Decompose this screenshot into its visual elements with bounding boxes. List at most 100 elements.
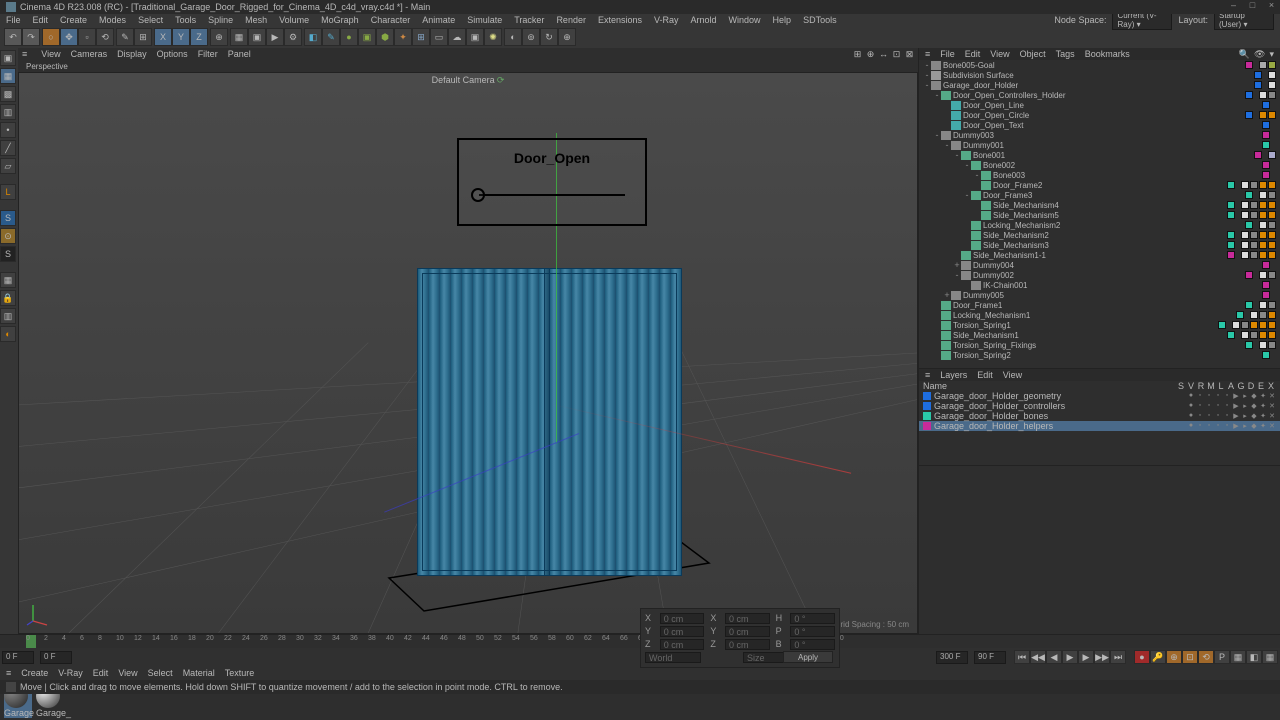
expander-icon[interactable]: -	[923, 70, 931, 80]
menu-file[interactable]: File	[6, 15, 21, 25]
tag-icon[interactable]	[1268, 231, 1276, 239]
vp-tool-2[interactable]: ↔	[879, 50, 888, 59]
layers-menu-layers[interactable]: Layers	[940, 370, 967, 380]
tag-icon[interactable]	[1259, 251, 1267, 259]
expander-icon[interactable]: -	[923, 60, 931, 70]
layer-swatch[interactable]	[1227, 201, 1235, 209]
tag-icon[interactable]	[1268, 91, 1276, 99]
object-name[interactable]: Door_Open_Text	[963, 121, 1262, 130]
menu-simulate[interactable]: Simulate	[467, 15, 502, 25]
mat-menu-v-ray[interactable]: V-Ray	[58, 668, 83, 678]
p-field[interactable]: 0 °	[790, 626, 835, 637]
tag-icon[interactable]	[1241, 331, 1249, 339]
lock-workplane-button[interactable]: 🔒	[0, 290, 16, 306]
layer-swatch[interactable]	[1227, 211, 1235, 219]
layer-row[interactable]: Garage_door_Holder_geometry●▫▫▫▫▶▸◆✦✕	[919, 391, 1280, 401]
layer-flag-icon[interactable]: ▶	[1232, 402, 1240, 410]
mat-menu-create[interactable]: Create	[21, 668, 48, 678]
vp-menu-display[interactable]: Display	[117, 49, 147, 59]
coord-system-button[interactable]: ⊕	[210, 28, 228, 46]
apply-button[interactable]: Apply	[783, 651, 833, 663]
point-mode-button[interactable]: •	[0, 122, 16, 138]
menu-modes[interactable]: Modes	[99, 15, 126, 25]
tag-icon[interactable]	[1259, 341, 1267, 349]
tag-icon[interactable]	[1259, 221, 1267, 229]
layer-flag-icon[interactable]: ✦	[1259, 402, 1267, 410]
menu-animate[interactable]: Animate	[422, 15, 455, 25]
tag-icon[interactable]	[1259, 331, 1267, 339]
edge-mode-button[interactable]: ╱	[0, 140, 16, 156]
tag-icon[interactable]	[1268, 71, 1276, 79]
tag-icon[interactable]	[1250, 311, 1258, 319]
current-frame-field[interactable]: 0 F	[2, 651, 34, 664]
tag-icon[interactable]	[1268, 311, 1276, 319]
layer-flag-icon[interactable]: ▶	[1232, 422, 1240, 430]
layer-swatch[interactable]	[1245, 91, 1253, 99]
tag-icon[interactable]	[1250, 241, 1258, 249]
tree-row[interactable]: Door_Frame1	[919, 300, 1280, 310]
range-end-field[interactable]: 300 F	[936, 651, 968, 664]
layer-flag-icon[interactable]: ▫	[1196, 392, 1204, 400]
layers-menu-view[interactable]: View	[1003, 370, 1022, 380]
y-pos-field[interactable]: 0 cm	[660, 626, 705, 637]
layer-flag-icon[interactable]: ✦	[1259, 412, 1267, 420]
tag-icon[interactable]	[1268, 111, 1276, 119]
tag-icon[interactable]	[1259, 111, 1267, 119]
layer-swatch[interactable]	[1245, 111, 1253, 119]
layer-flag-icon[interactable]: ◆	[1250, 402, 1258, 410]
world-dropdown[interactable]: World	[645, 652, 701, 663]
object-name[interactable]: Bone001	[973, 151, 1254, 160]
vray-light-button[interactable]: ◐	[504, 28, 522, 46]
layer-flag-icon[interactable]: ▸	[1241, 402, 1249, 410]
layer-color-swatch[interactable]	[923, 412, 931, 420]
search-icon[interactable]: 🔍	[1239, 49, 1250, 60]
layer-flag-icon[interactable]: ✕	[1268, 412, 1276, 420]
layer-flag-icon[interactable]: ▫	[1205, 392, 1213, 400]
layer-flag-icon[interactable]: ●	[1187, 422, 1195, 430]
object-name[interactable]: Dummy003	[953, 131, 1262, 140]
layer-flag-icon[interactable]: ●	[1187, 412, 1195, 420]
layer-flag-icon[interactable]: ▫	[1214, 412, 1222, 420]
door-open-slider[interactable]	[479, 194, 625, 196]
layer-flag-icon[interactable]: ◆	[1250, 392, 1258, 400]
planar-button[interactable]: ▥	[0, 308, 16, 324]
tag-icon[interactable]	[1259, 181, 1267, 189]
make-editable-button[interactable]: ▣	[0, 50, 16, 66]
vp-tool-0[interactable]: ⊞	[853, 50, 862, 59]
picture-viewer-button[interactable]: ▶	[266, 28, 284, 46]
viewport-tab[interactable]: Perspective	[18, 60, 918, 72]
layer-swatch[interactable]	[1218, 321, 1226, 329]
tree-row[interactable]: Side_Mechanism5	[919, 210, 1280, 220]
tree-row[interactable]: -Bone002	[919, 160, 1280, 170]
layer-swatch[interactable]	[1245, 341, 1253, 349]
tag-icon[interactable]	[1250, 231, 1258, 239]
tag-icon[interactable]	[1268, 151, 1276, 159]
layer-name[interactable]: Garage_door_Holder_bones	[934, 411, 1187, 421]
layer-swatch[interactable]	[1262, 261, 1270, 269]
tree-row[interactable]: -Dummy001	[919, 140, 1280, 150]
tag-icon[interactable]	[1250, 181, 1258, 189]
object-name[interactable]: Dummy005	[963, 291, 1262, 300]
object-tree[interactable]: -Bone005-Goal-Subdivision Surface-Garage…	[919, 60, 1280, 369]
layer-swatch[interactable]	[1245, 191, 1253, 199]
cube-button[interactable]: ◧	[304, 28, 322, 46]
tree-row[interactable]: Torsion_Spring2	[919, 350, 1280, 360]
layer-flag-icon[interactable]: ▸	[1241, 422, 1249, 430]
tree-row[interactable]: Door_Open_Circle	[919, 110, 1280, 120]
deformer-button[interactable]: ▭	[430, 28, 448, 46]
object-name[interactable]: Garage_door_Holder	[943, 81, 1254, 90]
layer-swatch[interactable]	[1227, 231, 1235, 239]
layer-swatch[interactable]	[1227, 251, 1235, 259]
z-pos-field[interactable]: 0 cm	[660, 639, 705, 650]
menu-create[interactable]: Create	[60, 15, 87, 25]
snap2-button[interactable]: S	[0, 246, 16, 262]
tag-icon[interactable]	[1268, 181, 1276, 189]
volume-button[interactable]: ⬢	[376, 28, 394, 46]
tag-icon[interactable]	[1241, 231, 1249, 239]
menu-render[interactable]: Render	[556, 15, 586, 25]
tag-icon[interactable]	[1259, 201, 1267, 209]
subdiv-button[interactable]: ●	[340, 28, 358, 46]
layer-swatch[interactable]	[1262, 131, 1270, 139]
tag-icon[interactable]	[1241, 211, 1249, 219]
garage-door-mesh[interactable]	[417, 268, 682, 576]
